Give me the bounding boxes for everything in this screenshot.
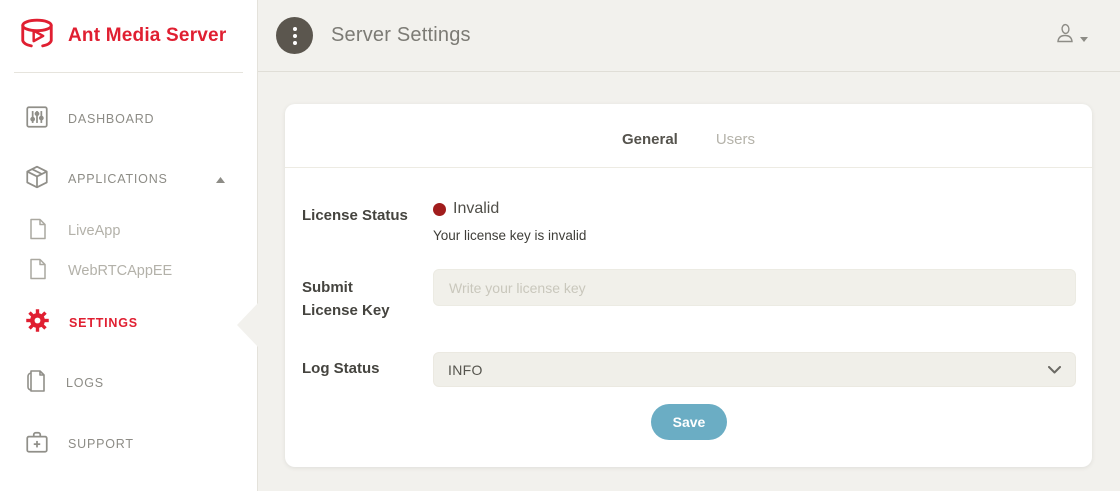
kebab-menu-icon[interactable] bbox=[276, 17, 313, 54]
sidebar-item-label: LOGS bbox=[66, 376, 104, 390]
save-button[interactable]: Save bbox=[651, 404, 728, 440]
tab-users[interactable]: Users bbox=[712, 129, 759, 150]
main-content: General Users License Status Invalid You… bbox=[258, 72, 1120, 491]
tab-general[interactable]: General bbox=[618, 129, 682, 150]
dashboard-sliders-icon bbox=[24, 104, 50, 135]
app-title: Ant Media Server bbox=[68, 25, 226, 47]
status-dot-icon bbox=[433, 203, 446, 216]
license-status-detail: Your license key is invalid bbox=[433, 228, 1076, 243]
sidebar-item-liveapp[interactable]: LiveApp bbox=[0, 211, 257, 251]
sidebar-item-label: DASHBOARD bbox=[68, 112, 154, 126]
sidebar-item-applications[interactable]: APPLICATIONS bbox=[0, 155, 257, 203]
license-status-value-group: Invalid Your license key is invalid bbox=[433, 200, 1076, 243]
sidebar-item-label: LiveApp bbox=[68, 223, 120, 239]
settings-tabs: General Users bbox=[285, 104, 1092, 150]
license-status-label: License Status bbox=[302, 200, 433, 243]
document-clip-icon bbox=[24, 368, 48, 399]
sidebar-item-label: SUPPORT bbox=[68, 437, 134, 451]
license-status-value: Invalid bbox=[453, 200, 499, 218]
log-status-row: Log Status INFO bbox=[302, 352, 1076, 387]
sidebar-item-settings[interactable]: SETTINGS bbox=[0, 299, 257, 347]
user-icon bbox=[1054, 21, 1076, 50]
save-row: Save bbox=[302, 404, 1076, 440]
ant-media-logo-icon bbox=[16, 15, 58, 58]
file-icon bbox=[28, 218, 48, 245]
server-settings-card: General Users License Status Invalid You… bbox=[285, 104, 1092, 467]
sidebar-item-dashboard[interactable]: DASHBOARD bbox=[0, 95, 257, 143]
caret-up-icon[interactable] bbox=[216, 170, 225, 188]
sidebar-item-label: SETTINGS bbox=[69, 316, 138, 330]
page-title: Server Settings bbox=[331, 24, 471, 47]
license-status-line: Invalid bbox=[433, 200, 1076, 218]
first-aid-icon bbox=[24, 429, 50, 460]
sidebar-item-logs[interactable]: LOGS bbox=[0, 359, 257, 407]
package-box-icon bbox=[24, 164, 50, 195]
license-key-field-wrap bbox=[433, 269, 1076, 322]
sidebar-item-label: WebRTCAppEE bbox=[68, 263, 172, 279]
top-bar: Server Settings bbox=[258, 0, 1120, 72]
license-key-label: Submit License Key bbox=[302, 269, 406, 322]
file-icon bbox=[28, 258, 48, 285]
sidebar-nav: DASHBOARD APPLICATIONS bbox=[0, 73, 257, 468]
user-menu[interactable] bbox=[1054, 21, 1088, 50]
log-status-label: Log Status bbox=[302, 358, 433, 381]
sidebar-item-webrtcappee[interactable]: WebRTCAppEE bbox=[0, 251, 257, 291]
chevron-down-icon bbox=[1048, 366, 1061, 374]
log-status-select[interactable]: INFO bbox=[433, 352, 1076, 387]
chevron-down-icon bbox=[1080, 37, 1088, 42]
license-key-input[interactable] bbox=[433, 269, 1076, 306]
gear-icon bbox=[24, 307, 51, 339]
license-key-row: Submit License Key bbox=[302, 269, 1076, 322]
sidebar-item-support[interactable]: SUPPORT bbox=[0, 420, 257, 468]
main-column: Server Settings General Users License St… bbox=[258, 0, 1120, 491]
log-status-value: INFO bbox=[448, 362, 483, 378]
app-logo[interactable]: Ant Media Server bbox=[0, 0, 257, 72]
license-status-row: License Status Invalid Your license key … bbox=[302, 200, 1076, 243]
tabs-divider bbox=[285, 167, 1092, 168]
sidebar-item-label: APPLICATIONS bbox=[68, 172, 168, 186]
settings-form: License Status Invalid Your license key … bbox=[285, 200, 1092, 440]
sidebar: Ant Media Server DASHBOARD bbox=[0, 0, 258, 491]
